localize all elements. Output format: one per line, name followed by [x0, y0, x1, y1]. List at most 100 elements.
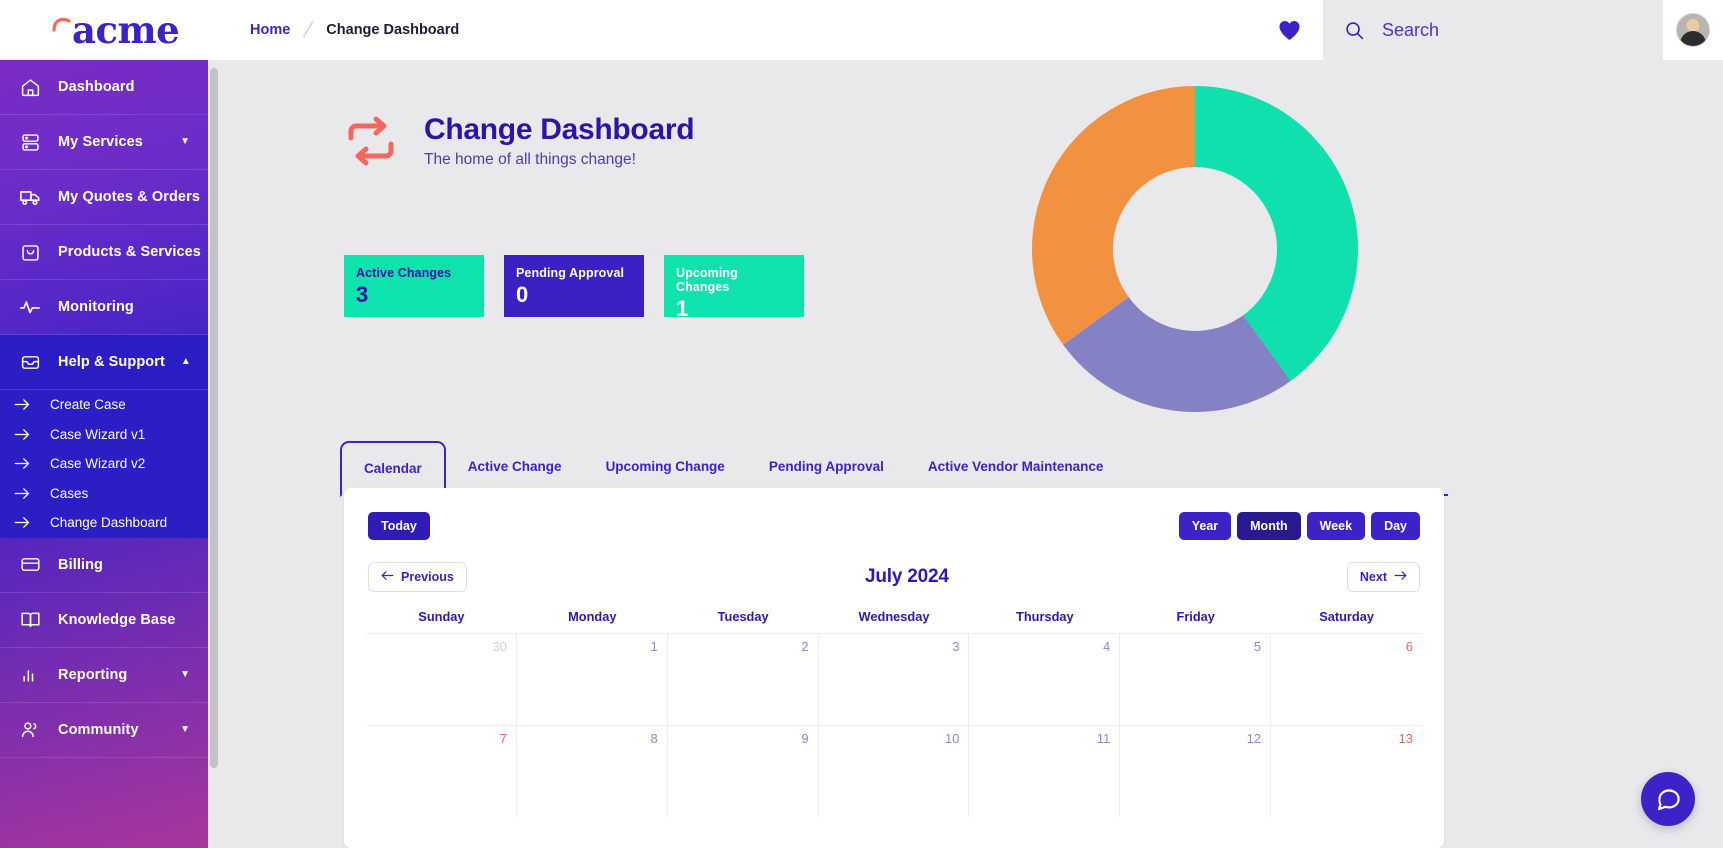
sidebar-scrollbar-thumb[interactable]: [210, 68, 218, 768]
calendar-view-buttons: Year Month Week Day: [1178, 512, 1420, 540]
view-day-button[interactable]: Day: [1371, 512, 1420, 540]
stat-card-active-changes[interactable]: Active Changes 3: [344, 255, 484, 317]
page-header: Change Dashboard The home of all things …: [344, 113, 695, 169]
sidebar-item-reporting[interactable]: Reporting ▼: [0, 648, 208, 703]
tab-pending-approval[interactable]: Pending Approval: [747, 438, 906, 494]
pulse-icon: [18, 295, 42, 319]
day-header: Tuesday: [717, 609, 769, 624]
sidebar-subitem-label: Case Wizard v2: [50, 456, 146, 472]
calendar-day-cell[interactable]: 2: [668, 634, 819, 725]
stat-label: Pending Approval: [516, 266, 625, 280]
calendar-day-cell[interactable]: 8: [517, 726, 668, 817]
donut-svg: [1032, 86, 1358, 412]
sidebar-subitem-case-wizard-v1[interactable]: Case Wizard v1: [0, 420, 208, 450]
sidebar-item-dashboard[interactable]: Dashboard: [0, 60, 208, 115]
view-year-button[interactable]: Year: [1178, 512, 1232, 540]
sidebar-item-community[interactable]: Community ▼: [0, 703, 208, 758]
view-week-button[interactable]: Week: [1306, 512, 1366, 540]
top-header-bar: acme Home / Change Dashboard: [0, 0, 1723, 60]
sidebar-subitem-case-wizard-v2[interactable]: Case Wizard v2: [0, 449, 208, 479]
sidebar-item-label: Billing: [58, 556, 103, 573]
stat-card-pending-approval[interactable]: Pending Approval 0: [504, 255, 644, 317]
sidebar-subitem-create-case[interactable]: Create Case: [0, 390, 208, 420]
main-content: Change Dashboard The home of all things …: [220, 60, 1723, 848]
calendar-day-cell[interactable]: 13: [1271, 726, 1422, 817]
chat-bubble-icon[interactable]: [1641, 772, 1695, 826]
sidebar-item-billing[interactable]: Billing: [0, 538, 208, 593]
sidebar-item-help-support[interactable]: Help & Support ▲: [0, 335, 208, 390]
calendar-week-row: 30 1 2 3 4 5 6: [366, 633, 1422, 725]
sidebar-subitem-label: Cases: [50, 485, 89, 501]
sidebar-item-products-services[interactable]: Products & Services: [0, 225, 208, 280]
chevron-down-icon[interactable]: ▼: [180, 669, 190, 680]
sidebar-item-label: My Quotes & Orders: [58, 189, 200, 205]
sidebar-navigation: Dashboard My Services ▼ My Quotes & Orde…: [0, 60, 208, 848]
calendar-day-cell[interactable]: 3: [819, 634, 970, 725]
arrow-right-icon: [12, 397, 32, 412]
inbox-icon: [18, 350, 42, 374]
home-icon: [18, 75, 42, 99]
avatar[interactable]: [1663, 0, 1723, 60]
breadcrumb-home[interactable]: Home: [250, 22, 290, 38]
sidebar-item-label: Products & Services: [58, 244, 201, 260]
stat-label: Upcoming Changes: [676, 266, 738, 294]
sidebar-subitem-cases[interactable]: Cases: [0, 479, 208, 509]
avatar-image: [1676, 13, 1710, 47]
calendar-day-cell[interactable]: 4: [969, 634, 1121, 725]
previous-button[interactable]: Previous: [368, 562, 467, 592]
brand-logo-area[interactable]: acme: [0, 0, 220, 60]
change-status-donut-chart[interactable]: [1030, 84, 1360, 414]
sidebar-item-knowledge-base[interactable]: Knowledge Base: [0, 593, 208, 648]
chevron-up-icon[interactable]: ▲: [181, 357, 191, 367]
search-box[interactable]: [1323, 0, 1663, 60]
swoosh-icon: [52, 0, 71, 32]
day-header: Wednesday: [858, 609, 930, 624]
sidebar-item-label: Reporting: [58, 666, 128, 683]
sidebar-item-monitoring[interactable]: Monitoring: [0, 280, 208, 335]
today-button[interactable]: Today: [368, 512, 430, 540]
next-button[interactable]: Next: [1346, 562, 1420, 592]
view-month-button[interactable]: Month: [1237, 512, 1301, 540]
calendar-day-cell[interactable]: 30: [366, 634, 517, 725]
sidebar-item-label: My Services: [58, 134, 143, 150]
calendar-weeks: 30 1 2 3 4 5 6 7 8 9 10 11 12 13: [344, 633, 1444, 817]
tab-label: Pending Approval: [768, 458, 884, 474]
tab-active-change[interactable]: Active Change: [446, 438, 584, 494]
arrow-right-icon: [12, 427, 32, 442]
arrow-right-icon: [12, 486, 32, 501]
calendar-day-cell[interactable]: 10: [819, 726, 970, 817]
sidebar-subitem-label: Change Dashboard: [50, 515, 168, 531]
refresh-loop-icon: [344, 114, 398, 168]
calendar-day-cell[interactable]: 5: [1120, 634, 1272, 725]
sidebar-item-my-quotes-orders[interactable]: My Quotes & Orders ▼: [0, 170, 208, 225]
calendar-day-cell[interactable]: 9: [668, 726, 819, 817]
breadcrumb-current: Change Dashboard: [326, 22, 460, 38]
sidebar-submenu-help-support: Create Case Case Wizard v1 Case Wizard v…: [0, 390, 208, 538]
calendar-day-headers: Sunday Monday Tuesday Wednesday Thursday…: [344, 609, 1444, 633]
stat-card-upcoming-changes[interactable]: Upcoming Changes 1: [664, 255, 804, 320]
breadcrumb: Home / Change Dashboard: [250, 17, 459, 43]
calendar-day-cell[interactable]: 7: [366, 726, 517, 817]
heart-icon[interactable]: [1256, 20, 1323, 41]
breadcrumb-separator: /: [301, 17, 316, 42]
tab-upcoming-change[interactable]: Upcoming Change: [584, 438, 747, 494]
sidebar-item-my-services[interactable]: My Services ▼: [0, 115, 208, 170]
chevron-down-icon[interactable]: ▼: [180, 137, 190, 147]
calendar-day-cell[interactable]: 11: [969, 726, 1121, 817]
calendar-day-cell[interactable]: 6: [1271, 634, 1422, 725]
sidebar-item-label: Monitoring: [58, 299, 134, 315]
arrow-right-icon: [1394, 570, 1407, 584]
chevron-down-icon[interactable]: ▼: [180, 724, 190, 735]
sidebar-item-label: Dashboard: [58, 79, 135, 95]
sidebar-item-label: Help & Support: [58, 354, 165, 370]
sidebar-subitem-change-dashboard[interactable]: Change Dashboard: [0, 508, 208, 538]
tab-active-vendor-maintenance[interactable]: Active Vendor Maintenance: [906, 438, 1126, 494]
tab-label: Calendar: [364, 461, 422, 476]
sidebar-scrollbar[interactable]: [208, 60, 220, 848]
page-subtitle: The home of all things change!: [424, 150, 636, 168]
search-input[interactable]: [1382, 19, 1632, 41]
day-header: Saturday: [1319, 609, 1374, 624]
arrow-right-icon: [12, 456, 32, 471]
calendar-day-cell[interactable]: 12: [1120, 726, 1272, 817]
calendar-day-cell[interactable]: 1: [517, 634, 668, 725]
